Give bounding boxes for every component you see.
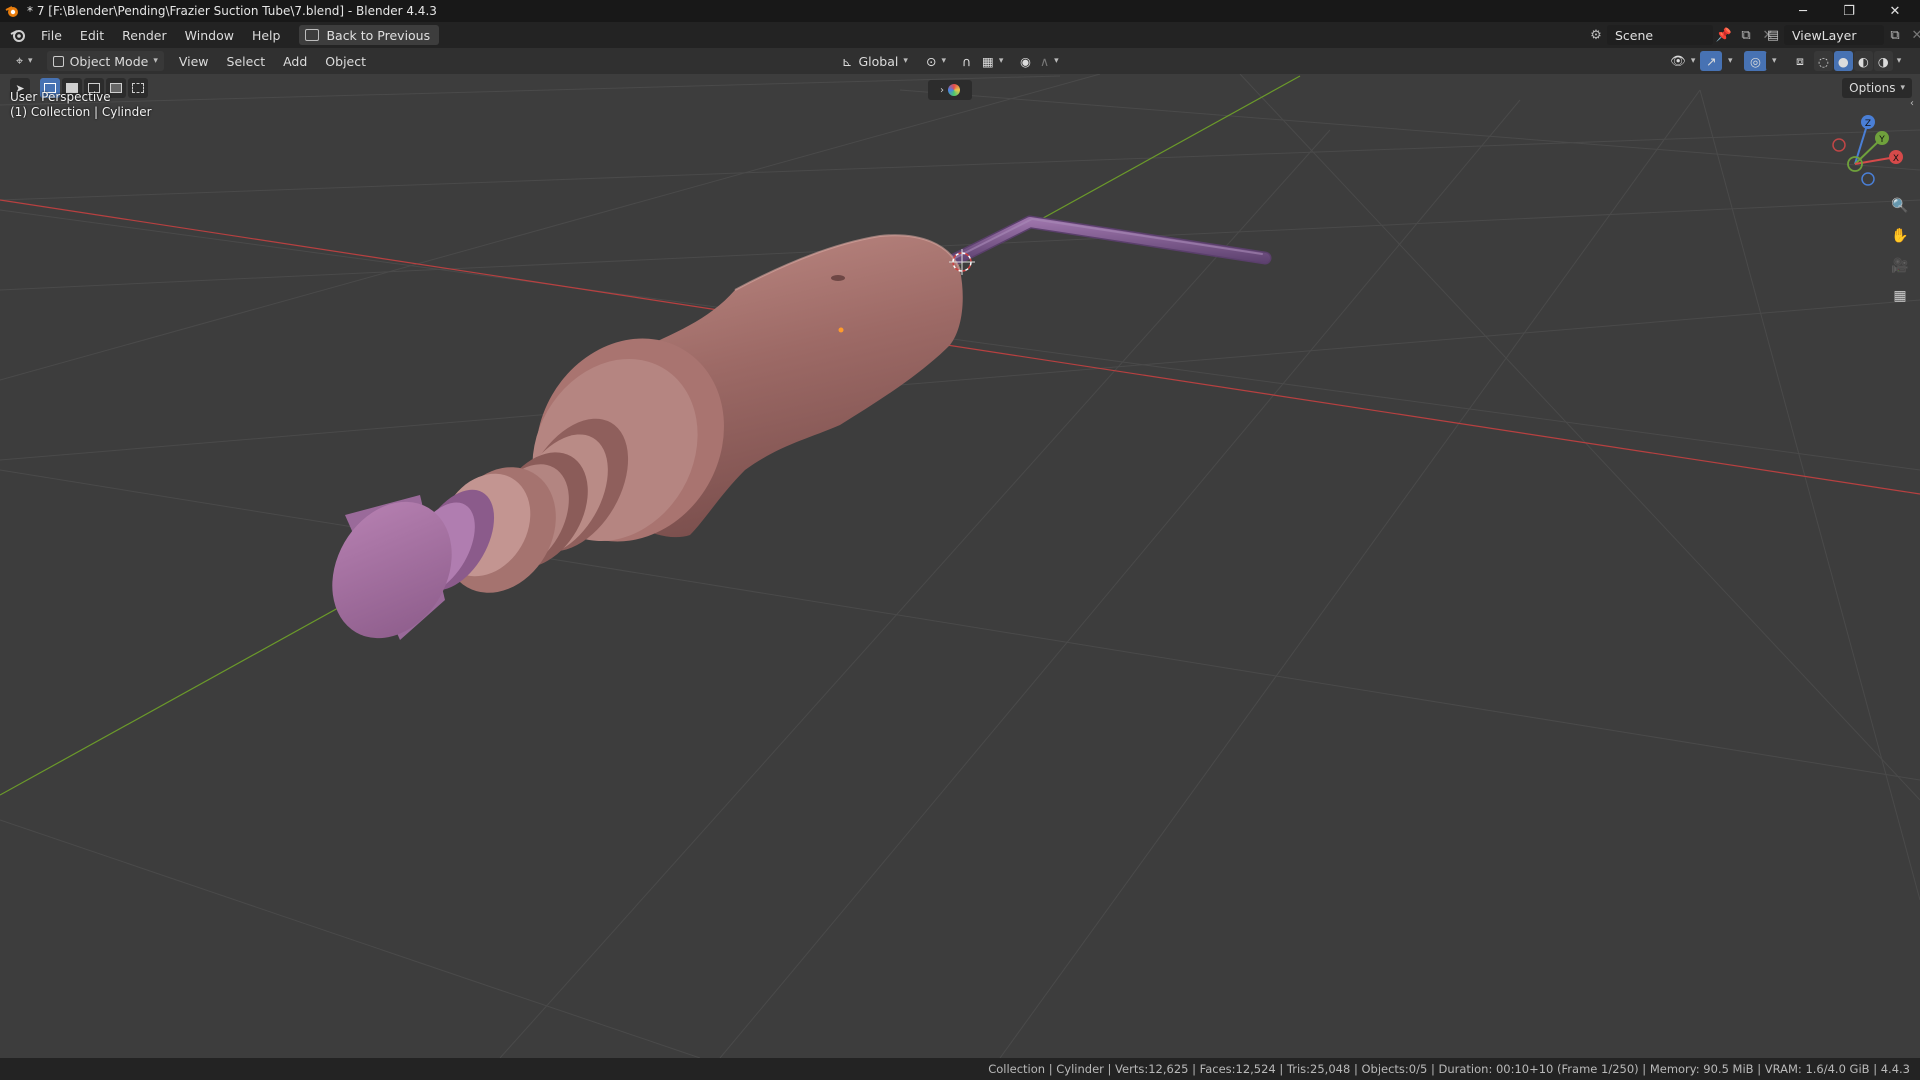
- window-titlebar: * 7 [F:\Blender\Pending\Frazier Suction …: [0, 0, 1920, 22]
- visibility-dropdown[interactable]: 👁 ▾: [1664, 51, 1702, 71]
- new-scene-icon[interactable]: ⧉: [1735, 25, 1757, 45]
- solid-sphere-icon: ●: [1837, 53, 1849, 69]
- menu-edit[interactable]: Edit: [71, 24, 113, 46]
- mode-dropdown[interactable]: Object Mode ▾: [46, 51, 164, 71]
- floor-grid: [0, 74, 1920, 1058]
- editor-type-button[interactable]: ⌖ ▾: [10, 51, 39, 71]
- orientation-icon: ⊾: [842, 53, 853, 69]
- menu-select[interactable]: Select: [218, 54, 275, 69]
- close-button[interactable]: ✕: [1872, 0, 1918, 22]
- scene-selector: ⚙ Scene 📌 ⧉ ✕: [1585, 25, 1779, 45]
- zoom-icon[interactable]: 🔍: [1888, 194, 1912, 218]
- chevron-right-icon: ›: [940, 84, 944, 96]
- color-sphere-icon: [948, 84, 960, 96]
- shading-buttons: ◌ ● ◐ ◑ ▾: [1814, 51, 1905, 71]
- menu-object[interactable]: Object: [316, 54, 375, 69]
- ortho-grid-icon[interactable]: ▦: [1888, 284, 1912, 308]
- gizmo-z-label: Z: [1865, 119, 1871, 129]
- context-label: (1) Collection | Cylinder: [10, 105, 152, 119]
- pivot-point-dropdown[interactable]: ⊙ ▾: [920, 51, 953, 71]
- xray-icon: ⧈: [1796, 53, 1804, 68]
- gizmo-y-label: Y: [1878, 135, 1885, 145]
- menu-window[interactable]: Window: [176, 24, 243, 46]
- shelf-toggle[interactable]: ›: [928, 80, 972, 100]
- blender-logo-icon: [5, 6, 18, 17]
- menu-help[interactable]: Help: [243, 24, 290, 46]
- status-text: Collection | Cylinder | Verts:12,625 | F…: [988, 1062, 1910, 1076]
- material-shading-button[interactable]: ◐: [1853, 51, 1873, 71]
- falloff-dropdown[interactable]: ∧ ▾: [1034, 51, 1065, 71]
- object-mode-icon: [52, 55, 64, 67]
- pan-hand-icon[interactable]: ✋: [1888, 224, 1912, 248]
- gizmo-icon: ↗: [1706, 53, 1717, 69]
- magnet-icon: ∩: [962, 53, 972, 69]
- menu-view[interactable]: View: [170, 54, 218, 69]
- delete-viewlayer-icon[interactable]: ✕: [1906, 25, 1920, 45]
- viewlayer-selector: ▤ ViewLayer ⧉ ✕: [1762, 25, 1920, 45]
- menu-add[interactable]: Add: [274, 54, 316, 69]
- select-invert-icon: [110, 83, 122, 93]
- gizmo-dropdown[interactable]: ▾: [1722, 51, 1739, 71]
- status-bar: Collection | Cylinder | Verts:12,625 | F…: [0, 1058, 1920, 1080]
- snap-target-dropdown[interactable]: ▦ ▾: [976, 51, 1010, 71]
- transform-orientation-dropdown[interactable]: ⊾ Global ▾: [836, 51, 914, 71]
- material-sphere-icon: ◐: [1857, 53, 1869, 69]
- xray-toggle[interactable]: ⧈: [1790, 51, 1810, 71]
- snap-toggle[interactable]: ∩: [956, 51, 978, 71]
- overlays-toggle[interactable]: ◎: [1744, 51, 1767, 71]
- screen-icon: [305, 29, 320, 41]
- viewport-header: ⌖ ▾ Object Mode ▾ View Select Add Object …: [0, 48, 1920, 74]
- blender-menu-icon[interactable]: [10, 27, 26, 43]
- select-intersect-icon: [132, 83, 144, 93]
- 3d-viewport[interactable]: Z Y X ➤ › User Perspective (1) Collectio…: [0, 74, 1920, 1058]
- gizmo-neg-x[interactable]: [1832, 138, 1846, 152]
- viewlayer-name-field[interactable]: ViewLayer: [1784, 25, 1884, 45]
- options-label: Options: [1849, 81, 1896, 95]
- gizmo-toggle[interactable]: ↗: [1700, 51, 1723, 71]
- orientation-label: Global: [858, 53, 899, 69]
- scene-browse-icon[interactable]: ⚙: [1585, 25, 1607, 45]
- overlays-icon: ◎: [1750, 53, 1761, 69]
- pin-icon[interactable]: 📌: [1713, 25, 1735, 45]
- rendered-shading-button[interactable]: ◑: [1873, 51, 1893, 71]
- shading-dropdown[interactable]: ▾: [1893, 51, 1905, 71]
- restore-button[interactable]: ❐: [1826, 0, 1872, 22]
- proportional-icon: ◉: [1020, 53, 1031, 69]
- menu-file[interactable]: File: [32, 24, 71, 46]
- minimize-button[interactable]: ─: [1780, 0, 1826, 22]
- wireframe-shading-button[interactable]: ◌: [1814, 51, 1833, 71]
- handle-body: [439, 234, 963, 593]
- eye-icon: 👁: [1670, 53, 1686, 68]
- back-to-previous-button[interactable]: Back to Previous: [299, 25, 440, 45]
- new-viewlayer-icon[interactable]: ⧉: [1884, 25, 1906, 45]
- wireframe-sphere-icon: ◌: [1818, 53, 1829, 69]
- camera-view-icon[interactable]: 🎥: [1888, 254, 1912, 278]
- gizmo-neg-z[interactable]: [1861, 172, 1875, 186]
- select-intersect-button[interactable]: [128, 78, 148, 98]
- scene-name-field[interactable]: Scene: [1607, 25, 1713, 45]
- pivot-icon: ⊙: [926, 53, 937, 69]
- mode-label: Object Mode: [69, 53, 149, 69]
- back-to-previous-label: Back to Previous: [326, 27, 431, 43]
- rendered-sphere-icon: ◑: [1877, 53, 1889, 69]
- falloff-icon: ∧: [1040, 53, 1050, 69]
- sidebar-toggle-icon[interactable]: ‹: [1910, 98, 1920, 116]
- suction-tube: [943, 215, 1272, 269]
- options-dropdown[interactable]: Options ▾: [1842, 78, 1912, 98]
- perspective-label: User Perspective: [10, 90, 111, 104]
- viewlayer-browse-icon[interactable]: ▤: [1762, 25, 1784, 45]
- window-title: * 7 [F:\Blender\Pending\Frazier Suction …: [27, 4, 437, 18]
- overlays-dropdown[interactable]: ▾: [1766, 51, 1783, 71]
- snap-grid-icon: ▦: [982, 53, 994, 69]
- scene-canvas: Z Y X: [0, 74, 1920, 1058]
- solid-shading-button[interactable]: ●: [1833, 51, 1853, 71]
- editor-type-icon: ⌖: [16, 53, 24, 68]
- navigation-gizmo[interactable]: Z Y X: [1832, 115, 1903, 186]
- gizmo-x-label: X: [1893, 154, 1899, 164]
- x-axis-line: [0, 199, 1920, 495]
- menu-render[interactable]: Render: [113, 24, 176, 46]
